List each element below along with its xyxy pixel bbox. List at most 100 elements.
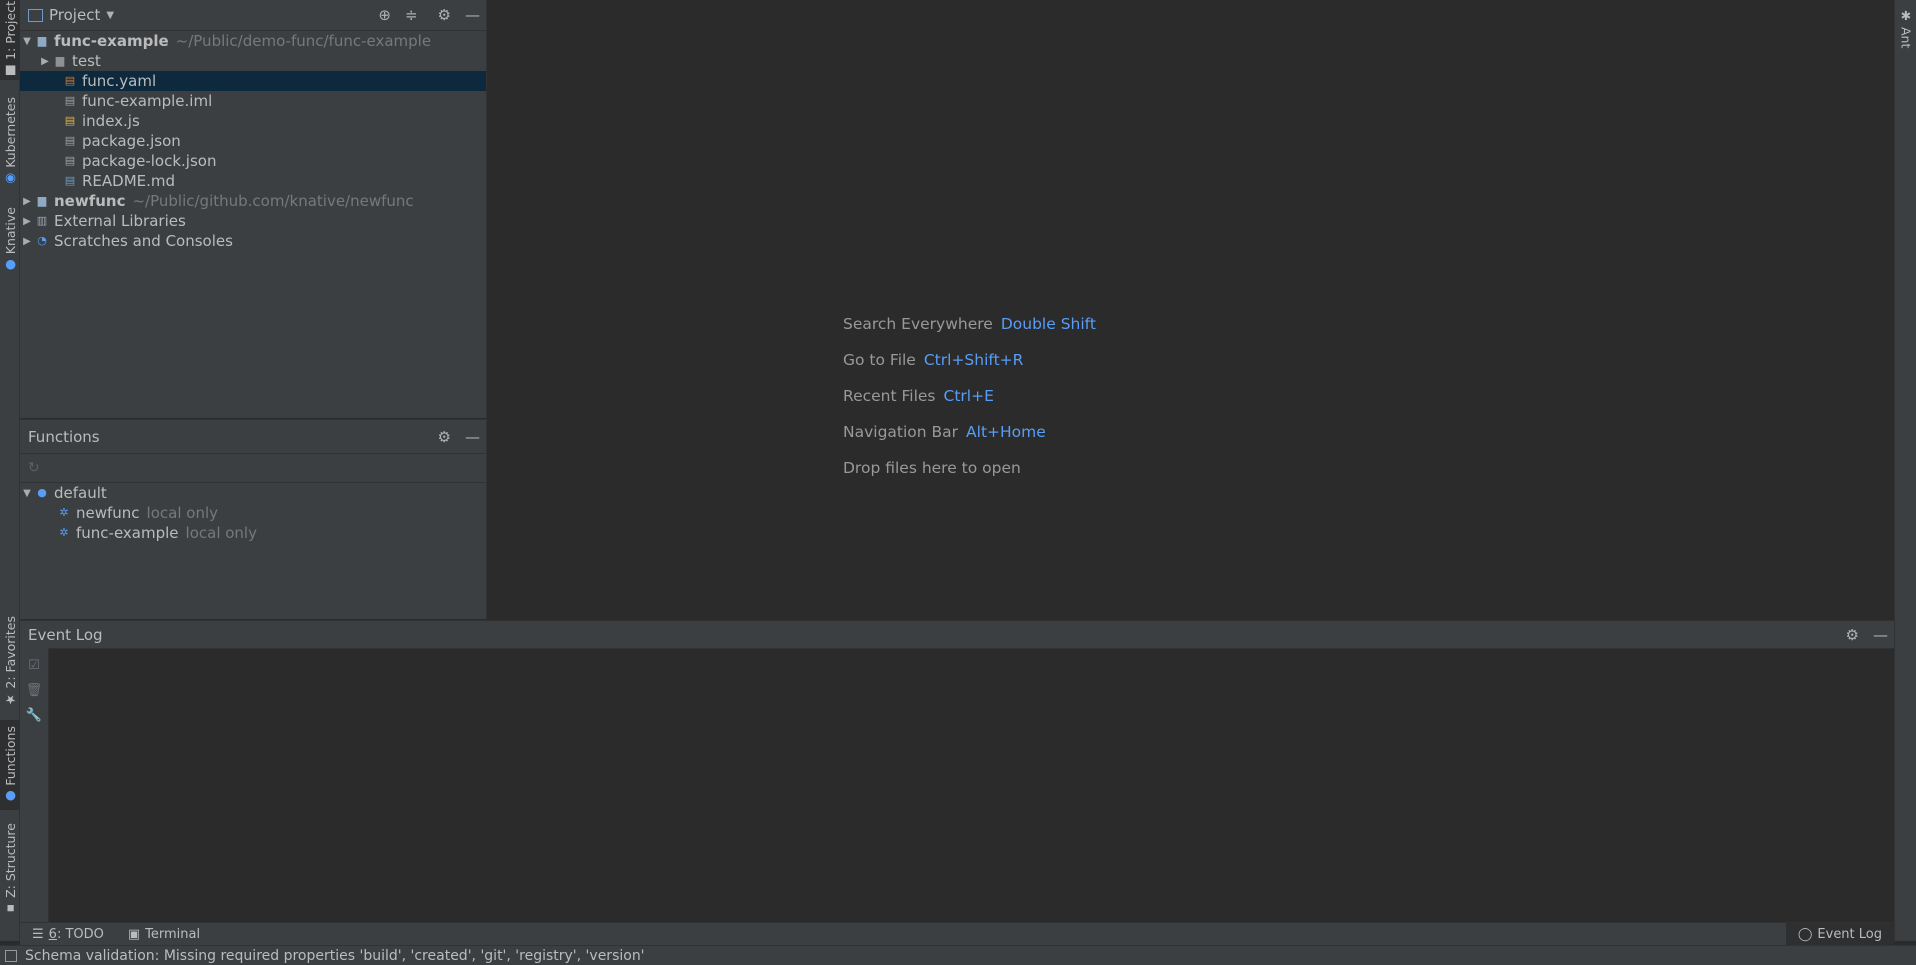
expand-arrow-icon[interactable]: ▼ <box>20 488 34 499</box>
minimize-icon[interactable]: — <box>465 428 480 446</box>
status-bar: Schema validation: Missing required prop… <box>0 945 1916 965</box>
tab-knative[interactable]: ● Knative <box>0 204 20 276</box>
tab-event-log[interactable]: ◯ Event Log <box>1785 922 1894 947</box>
tree-item-test[interactable]: ▶ ▆ test <box>20 51 486 71</box>
expand-arrow-icon[interactable]: ▶ <box>20 196 34 207</box>
expand-arrow-icon[interactable]: ▶ <box>20 236 34 247</box>
refresh-icon[interactable]: ↻ <box>28 460 40 476</box>
tab-label: Kubernetes <box>2 97 18 168</box>
tree-item-external-libraries[interactable]: ▶ ▥ External Libraries <box>20 211 486 231</box>
toggle-tool-windows-icon[interactable] <box>5 949 17 962</box>
tab-label: Ant <box>1898 26 1914 49</box>
hint-label: Drop files here to open <box>843 459 1021 477</box>
tab-label: 1: Project <box>2 1 18 60</box>
functions-title: Functions <box>28 427 100 446</box>
tab-structure[interactable]: ▪ Z: Structure <box>0 820 20 920</box>
hint-drop-files: Drop files here to open <box>843 459 1021 477</box>
tab-label: Functions <box>2 725 18 786</box>
event-log-panel: Event Log ⚙ — ☑ 🗑 🔧 <box>20 620 1894 923</box>
hint-label: Recent Files <box>843 387 936 405</box>
namespace-icon: ● <box>37 486 47 499</box>
tree-item-readme[interactable]: ▤ README.md <box>20 171 486 191</box>
tree-item-label: Scratches and Consoles <box>54 232 233 250</box>
event-log-header: Event Log ⚙ — <box>20 621 1894 649</box>
hint-shortcut: Ctrl+E <box>943 387 994 405</box>
tree-item-path: ~/Public/demo-func/func-example <box>175 32 432 50</box>
tree-item-function-newfunc[interactable]: ✲ newfunc local only <box>20 503 486 523</box>
tree-item-function-func-example[interactable]: ✲ func-example local only <box>20 523 486 543</box>
minimize-icon[interactable]: — <box>1873 626 1888 644</box>
tree-item-package-json[interactable]: ▤ package.json <box>20 131 486 151</box>
folder-icon: ▆ <box>55 54 65 67</box>
tree-item-label: test <box>72 52 101 70</box>
gear-icon[interactable]: ⚙ <box>1846 626 1859 644</box>
tree-item-label: func.yaml <box>82 72 157 90</box>
library-icon: ▥ <box>36 214 48 227</box>
tree-item-label: package-lock.json <box>82 152 217 170</box>
event-log-label: Event Log <box>1817 927 1882 942</box>
status-message[interactable]: Schema validation: Missing required prop… <box>25 948 645 964</box>
knative-icon: ● <box>2 258 18 274</box>
wrench-icon[interactable]: 🔧 <box>20 708 48 723</box>
json-file-icon: ▤ <box>64 134 76 147</box>
expand-arrow-icon[interactable]: ▶ <box>20 216 34 227</box>
tree-item-iml[interactable]: ▤ func-example.iml <box>20 91 486 111</box>
event-log-content[interactable] <box>49 648 1894 922</box>
hint-go-to-file: Go to File Ctrl+Shift+R <box>843 351 1023 369</box>
function-icon: ✲ <box>59 526 69 539</box>
tree-item-path: ~/Public/github.com/knative/newfunc <box>132 192 414 210</box>
hint-navigation-bar: Navigation Bar Alt+Home <box>843 423 1046 441</box>
tree-item-label: package.json <box>82 132 181 150</box>
tab-favorites[interactable]: ★ 2: Favorites <box>0 614 20 710</box>
tree-item-default[interactable]: ▼ ● default <box>20 483 486 503</box>
editor-area[interactable]: Search Everywhere Double Shift Go to File… <box>488 0 1894 619</box>
hint-recent-files: Recent Files Ctrl+E <box>843 387 994 405</box>
hint-search-everywhere: Search Everywhere Double Shift <box>843 315 1096 333</box>
tree-item-func-yaml[interactable]: ▤ func.yaml <box>20 71 486 91</box>
tree-item-label: func-example <box>54 32 169 50</box>
tab-terminal[interactable]: ▣ Terminal <box>116 927 212 942</box>
tab-todo[interactable]: ☰ 6: TODO <box>20 927 116 942</box>
expand-arrow-icon[interactable]: ▼ <box>20 36 34 47</box>
functions-header: Functions ⚙ — <box>20 420 486 454</box>
tree-item-func-example[interactable]: ▼ ▆ func-example ~/Public/demo-func/func… <box>20 31 486 51</box>
tree-item-package-lock-json[interactable]: ▤ package-lock.json <box>20 151 486 171</box>
folder-icon: ■ <box>2 63 18 79</box>
mark-all-read-icon[interactable]: ☑ <box>20 658 48 673</box>
tree-item-scratches[interactable]: ▶ ◔ Scratches and Consoles <box>20 231 486 251</box>
project-view-selector[interactable]: Project <box>49 6 100 24</box>
markdown-file-icon: ▤ <box>64 174 76 187</box>
tree-item-label: index.js <box>82 112 140 130</box>
locate-icon[interactable]: ⊕ <box>378 6 391 24</box>
collapse-all-icon[interactable]: ≑ <box>405 6 418 24</box>
tab-label: Knative <box>2 206 18 255</box>
hint-label: Go to File <box>843 351 916 369</box>
terminal-label: Terminal <box>145 927 201 942</box>
tree-item-label: newfunc <box>76 504 140 522</box>
todo-mnemonic: 6 <box>48 927 57 942</box>
tree-item-newfunc[interactable]: ▶ ▆ newfunc ~/Public/github.com/knative/… <box>20 191 486 211</box>
iml-file-icon: ▤ <box>64 94 76 107</box>
tree-item-label: func-example <box>76 524 179 542</box>
terminal-icon: ▣ <box>127 927 141 942</box>
tab-project[interactable]: ■ 1: Project <box>0 0 20 80</box>
tab-label: 2: Favorites <box>2 616 18 689</box>
functions-toolbar: ↻ <box>20 454 486 483</box>
tab-kubernetes[interactable]: ◉ Kubernetes <box>0 96 20 188</box>
event-log-icon: ◯ <box>1797 927 1813 942</box>
gear-icon[interactable]: ⚙ <box>438 6 451 24</box>
tab-functions[interactable]: ● Functions <box>0 720 20 810</box>
tab-ant[interactable]: ✱ Ant <box>1895 4 1916 52</box>
hint-label: Search Everywhere <box>843 315 993 333</box>
hint-shortcut: Alt+Home <box>966 423 1046 441</box>
expand-arrow-icon[interactable]: ▶ <box>38 56 52 67</box>
scratches-icon: ◔ <box>37 234 47 247</box>
functions-panel: Functions ⚙ — ↻ ▼ ● default ✲ newfunc lo… <box>20 419 487 619</box>
yaml-file-icon: ▤ <box>64 74 76 87</box>
chevron-down-icon[interactable]: ▼ <box>106 10 114 21</box>
tree-item-index-js[interactable]: ▤ index.js <box>20 111 486 131</box>
minimize-icon[interactable]: — <box>465 6 480 24</box>
gear-icon[interactable]: ⚙ <box>438 428 451 446</box>
hint-label: Navigation Bar <box>843 423 959 441</box>
trash-icon[interactable]: 🗑 <box>20 683 48 698</box>
